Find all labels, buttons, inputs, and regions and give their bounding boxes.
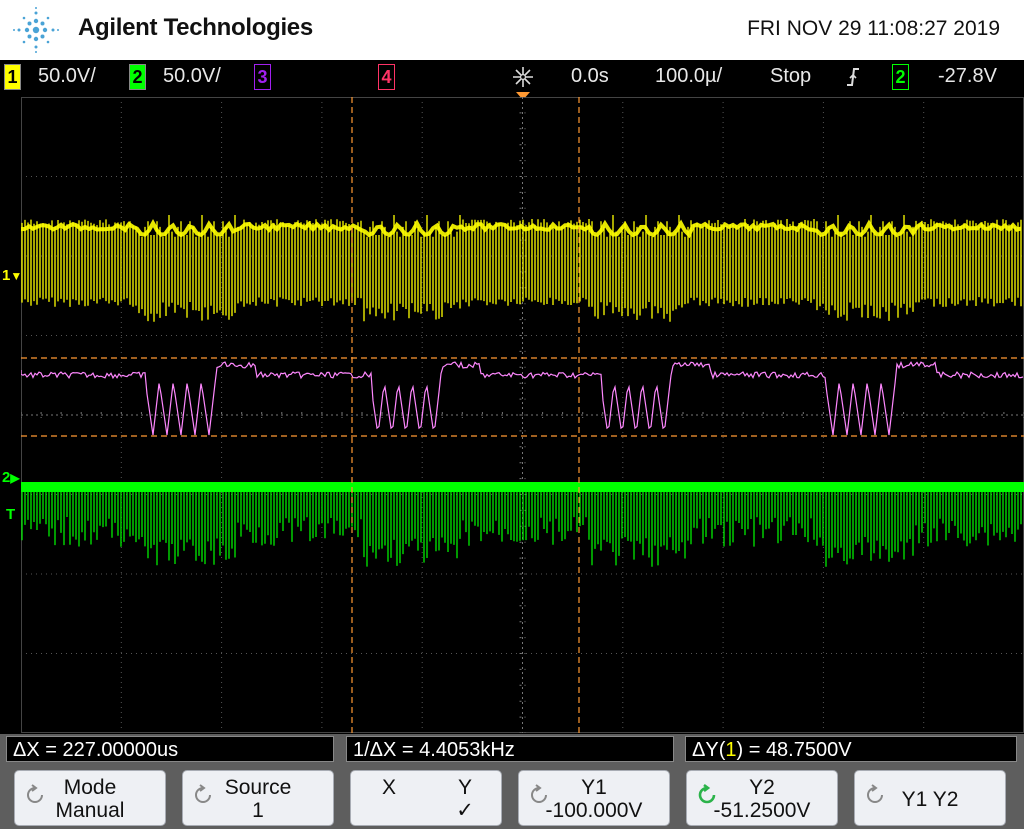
y1-y2-softkey[interactable]: Y1 Y2	[854, 770, 1006, 826]
ch1-badge[interactable]: 1	[4, 64, 21, 90]
brand-title: Agilent Technologies	[78, 14, 313, 41]
delta-y-channel: 1	[725, 739, 737, 761]
ch2-trace	[21, 483, 1022, 567]
ch4-badge[interactable]: 4	[378, 64, 395, 90]
source-label: Source	[224, 776, 292, 799]
trigger-point-icon	[513, 67, 533, 87]
x-option: X	[381, 776, 396, 799]
y1-label: Y1	[581, 776, 607, 799]
ch2-scale: 50.0V/	[163, 65, 221, 87]
delta-y-value: ) = 48.7500V	[736, 739, 852, 761]
trigger-level-marker[interactable]: T	[6, 507, 15, 522]
run-state: Stop	[770, 65, 812, 87]
mode-softkey[interactable]: Mode Manual	[14, 770, 166, 826]
source-softkey[interactable]: Source 1	[182, 770, 334, 826]
delta-x-readout: ΔX = 227.00000us	[6, 736, 334, 762]
delta-y-prefix: ΔY(	[692, 739, 726, 761]
trigger-source-badge[interactable]: 2	[892, 64, 909, 90]
ch1-trace	[21, 215, 1022, 322]
trigger-marker-label: T	[6, 506, 16, 523]
waveform-canvas	[21, 97, 1024, 733]
ch2-badge[interactable]: 2	[129, 64, 146, 90]
ch3-badge[interactable]: 3	[254, 64, 271, 90]
y2-label: Y2	[749, 776, 775, 799]
ch2-ground-marker[interactable]: 2▶	[2, 470, 20, 486]
measurement-bar: ΔX = 227.00000us 1/ΔX = 4.4053kHz ΔY(1) …	[0, 734, 1024, 764]
header-bar: Agilent Technologies FRI NOV 29 11:08:27…	[0, 0, 1024, 60]
y2-value: -51.2500V	[713, 799, 811, 822]
y1-value: -100.000V	[545, 799, 643, 822]
graticule-axes	[21, 97, 1024, 733]
horizontal-delay: 0.0s	[571, 65, 609, 87]
y-option: Y	[457, 776, 472, 799]
date-time: FRI NOV 29 11:08:27 2019	[747, 17, 1000, 40]
y2-softkey[interactable]: Y2 -51.2500V	[686, 770, 838, 826]
xy-softkey[interactable]: X Y ✓	[350, 770, 502, 826]
source-value: 1	[252, 799, 264, 822]
inverse-delta-x-readout: 1/ΔX = 4.4053kHz	[346, 736, 674, 762]
ch1-scale: 50.0V/	[38, 65, 96, 87]
ch1-ground-marker[interactable]: 1▼	[2, 268, 22, 284]
y1-softkey[interactable]: Y1 -100.000V	[518, 770, 670, 826]
y1-y2-label: Y1 Y2	[901, 788, 959, 811]
softkey-bar: Mode Manual Source 1 X Y ✓ Y1 -100.000V …	[0, 764, 1024, 829]
mode-value: Manual	[55, 799, 125, 822]
waveform-display[interactable]	[21, 97, 1024, 733]
mode-label: Mode	[63, 776, 117, 799]
status-bar: 1 50.0V/ 2 50.0V/ 3 4 0.0s 100.0µ/ Stop …	[0, 60, 1024, 92]
delta-y-readout: ΔY(1) = 48.7500V	[685, 736, 1017, 762]
trigger-level: -27.8V	[938, 65, 997, 87]
y-selected-check-icon: ✓	[456, 799, 474, 822]
rising-edge-icon	[847, 68, 859, 86]
agilent-spark-logo-icon	[13, 7, 59, 53]
timebase-scale: 100.0µ/	[655, 65, 723, 87]
ch2-baseline-band	[21, 482, 1024, 492]
